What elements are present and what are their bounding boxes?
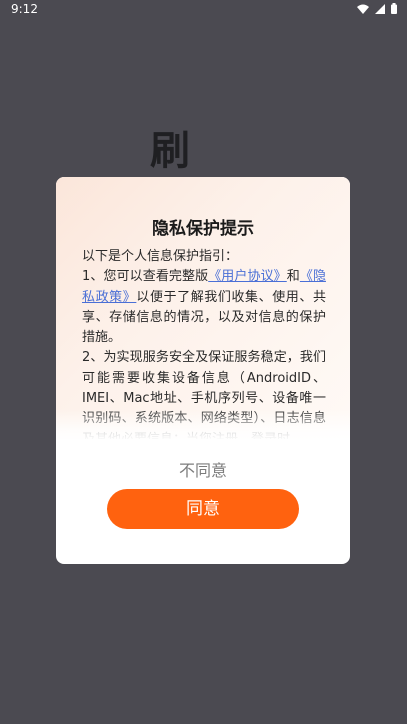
status-icons xyxy=(357,3,397,14)
body-item-1: 1、您可以查看完整版《用户协议》和《隐私政策》以便于了解我们收集、使用、共享、存… xyxy=(82,267,326,348)
status-time: 9:12 xyxy=(11,2,38,16)
item1-and: 和 xyxy=(286,269,300,285)
body-fade-overlay xyxy=(56,409,350,441)
privacy-dialog: 隐私保护提示 以下是个人信息保护指引： 1、您可以查看完整版《用户协议》和《隐私… xyxy=(56,177,350,564)
disagree-button[interactable]: 不同意 xyxy=(56,457,350,481)
agree-button[interactable]: 同意 xyxy=(107,489,299,529)
battery-icon xyxy=(391,3,397,14)
status-bar: 9:12 xyxy=(0,0,407,18)
wifi-icon xyxy=(357,4,369,14)
dialog-title: 隐私保护提示 xyxy=(152,219,254,239)
splash-logo-text: 刷 xyxy=(150,128,190,174)
item1-prefix: 1、您可以查看完整版 xyxy=(82,269,209,285)
body-intro: 以下是个人信息保护指引： xyxy=(82,249,239,264)
signal-icon xyxy=(375,3,385,14)
user-agreement-link[interactable]: 《用户协议》 xyxy=(208,269,287,284)
